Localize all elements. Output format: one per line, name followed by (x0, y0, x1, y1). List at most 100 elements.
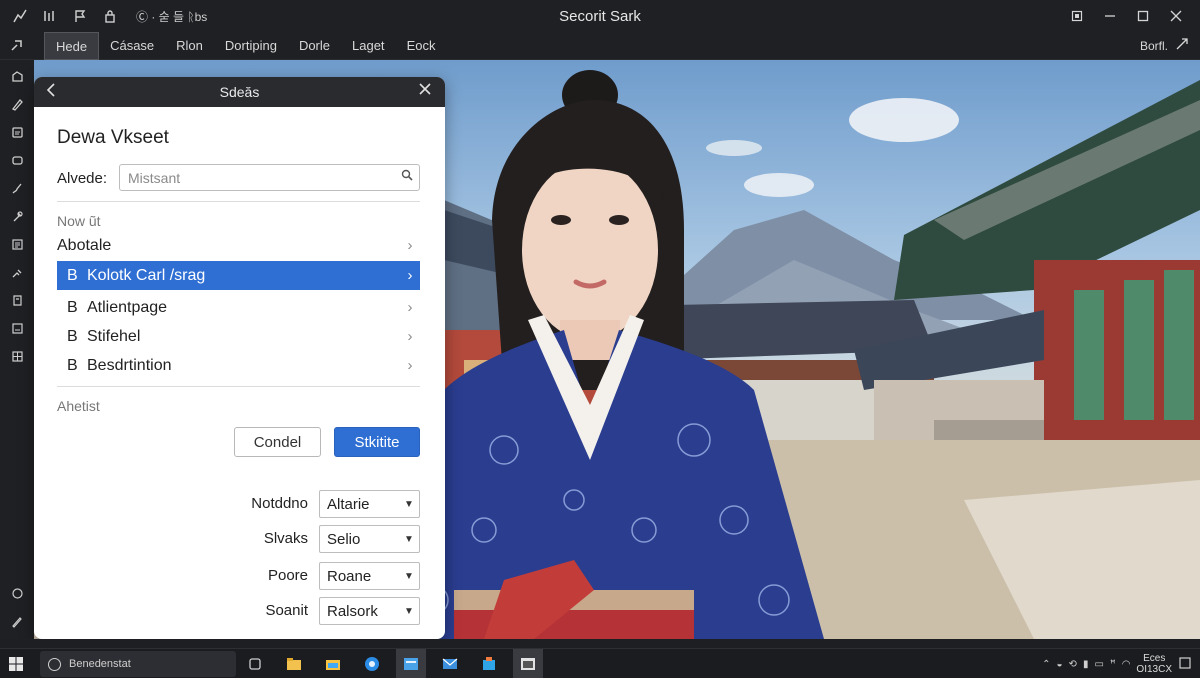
search-label: Alvede: (57, 170, 108, 187)
field-label: Poore (267, 567, 308, 584)
list-item-prefix: B (67, 298, 78, 316)
list-item[interactable]: B Besdrtintion › (57, 351, 420, 380)
marker-tool-icon[interactable] (0, 258, 34, 286)
field-label: Notddno (251, 495, 308, 512)
back-chevron-icon[interactable] (46, 83, 56, 100)
list-item[interactable]: B Stifehel › (57, 322, 420, 351)
dropdown-value: Ralsork (327, 602, 378, 620)
dropdown-value: Altarie (327, 495, 370, 513)
brush-tool-icon[interactable] (0, 174, 34, 202)
field-label: Soanit (265, 602, 308, 619)
close-icon[interactable] (1159, 0, 1192, 32)
dropdown-select[interactable]: Altarie ▼ (319, 490, 420, 518)
frame-tool-icon[interactable] (0, 146, 34, 174)
dropdown-select[interactable]: Roane ▼ (319, 562, 420, 590)
lock-icon[interactable] (102, 8, 118, 24)
clock[interactable]: Eces OI13CX (1136, 653, 1172, 675)
maximize-icon[interactable] (1126, 0, 1159, 32)
editor-app-icon[interactable] (513, 649, 543, 678)
chevron-down-icon: ▼ (404, 570, 414, 582)
chevron-right-icon: › (407, 237, 413, 254)
battery-icon[interactable]: ▭ (1094, 659, 1103, 670)
system-tray: ⌃ ◒ ⟲ ▮ ▭ ꟸ ◠ Eces OI13CX (1042, 649, 1192, 678)
menu-item-laget[interactable]: Laget (341, 32, 396, 60)
search-icon[interactable] (401, 169, 413, 184)
restore-small-icon[interactable] (1060, 0, 1093, 32)
field-row: Soanit Ralsork ▼ (224, 597, 420, 625)
wifi-icon[interactable]: ◠ (1122, 659, 1131, 670)
chevron-right-icon: › (407, 357, 413, 374)
browser-icon[interactable] (357, 649, 387, 678)
expand-icon[interactable] (1176, 38, 1188, 53)
menu-item-casase[interactable]: Cásase (99, 32, 165, 60)
section-label-ahetist: Ahetist (57, 398, 100, 414)
dropdown-select[interactable]: Ralsork ▼ (319, 597, 420, 625)
list-item-label: Kolotk Carl /srag (87, 266, 206, 284)
settings-panel: Sdeăs Dewa Vkseet Alvede: Now ũt Abotale… (34, 77, 445, 639)
app-window-icon[interactable] (396, 649, 426, 678)
help-icon[interactable] (0, 579, 34, 607)
list-item-prefix: B (67, 356, 78, 374)
store-icon[interactable] (474, 649, 504, 678)
dropdown-value: Roane (327, 567, 372, 585)
menu-item-dorle[interactable]: Dorle (288, 32, 341, 60)
menu-item-hede[interactable]: Hede (44, 32, 100, 60)
menu-item-rlon[interactable]: Rlon (165, 32, 214, 60)
list-item-prefix: B (67, 266, 78, 284)
search-input[interactable] (120, 165, 390, 190)
document-tool-icon[interactable] (0, 314, 34, 342)
volume-icon[interactable]: ▮ (1083, 659, 1089, 670)
left-toolbar (0, 60, 34, 639)
eyedropper-tool-icon[interactable] (0, 202, 34, 230)
taskbar-search[interactable]: Benedenstat (40, 651, 236, 677)
layers-tool-icon[interactable] (0, 62, 34, 90)
menu-item-dortiping[interactable]: Dortiping (214, 32, 288, 60)
list-item[interactable]: B Atlientpage › (57, 293, 420, 322)
dropdown-value: Selio (327, 530, 361, 548)
page-tool-icon[interactable] (0, 286, 34, 314)
language-icon[interactable]: ꟸ (1110, 659, 1116, 670)
list-tool-icon[interactable] (0, 230, 34, 258)
minimize-icon[interactable] (1093, 0, 1126, 32)
dropdown-select[interactable]: Selio ▼ (319, 525, 420, 553)
cancel-button[interactable]: Condel (234, 427, 321, 457)
list-item-label: Abotale (57, 236, 112, 254)
primary-button[interactable]: Stkitite (334, 427, 420, 457)
tool-icon[interactable] (10, 38, 26, 54)
flag-icon[interactable] (72, 8, 88, 24)
chevron-right-icon: › (407, 328, 413, 345)
search-field[interactable] (119, 164, 420, 191)
clock-date: OI13CX (1136, 664, 1172, 675)
field-row: Slvaks Selio ▼ (224, 525, 420, 553)
panel-close-icon[interactable] (418, 82, 432, 101)
menu-item-eock[interactable]: Eock (396, 32, 447, 60)
taskbar: Benedenstat ⌃ ◒ ⟲ ▮ ▭ ꟸ ◠ Eces OI13CX (0, 648, 1200, 678)
network-icon[interactable]: ◒ (1057, 659, 1063, 670)
list-item-selected[interactable]: B Kolotk Carl /srag › (57, 261, 420, 290)
field-row: Poore Roane ▼ (224, 562, 420, 590)
mail-icon[interactable] (435, 649, 465, 678)
sync-icon[interactable]: ⟲ (1069, 659, 1077, 670)
pen-tool-icon[interactable] (0, 90, 34, 118)
list-item-prefix: B (67, 327, 78, 345)
grid-tool-icon[interactable] (0, 342, 34, 370)
menu-bar: Hede Cásase Rlon Dortiping Dorle Laget E… (0, 32, 1200, 60)
chart-icon[interactable] (12, 8, 28, 24)
list-item-label: Stifehel (87, 327, 141, 345)
task-view-icon[interactable] (240, 649, 270, 678)
title-bar: Ⓒ · 숟 들 ᚱbs Secorit Sark (0, 0, 1200, 32)
list-item[interactable]: Abotale › (57, 231, 420, 260)
columns-icon[interactable] (42, 8, 58, 24)
toolbar-text: Ⓒ · 숟 들 ᚱbs (136, 9, 208, 24)
edit-icon[interactable] (0, 607, 34, 635)
panel-header-title: Sdeăs (219, 84, 260, 100)
file-explorer-icon[interactable] (279, 649, 309, 678)
tray-chevron-icon[interactable]: ⌃ (1042, 659, 1050, 670)
notification-icon[interactable] (1178, 656, 1192, 673)
menu-right-label[interactable]: Borfl. (1140, 39, 1168, 53)
chevron-down-icon: ▼ (404, 533, 414, 545)
note-tool-icon[interactable] (0, 118, 34, 146)
divider (57, 386, 420, 387)
windows-start-icon[interactable] (6, 654, 26, 674)
folder-icon[interactable] (318, 649, 348, 678)
